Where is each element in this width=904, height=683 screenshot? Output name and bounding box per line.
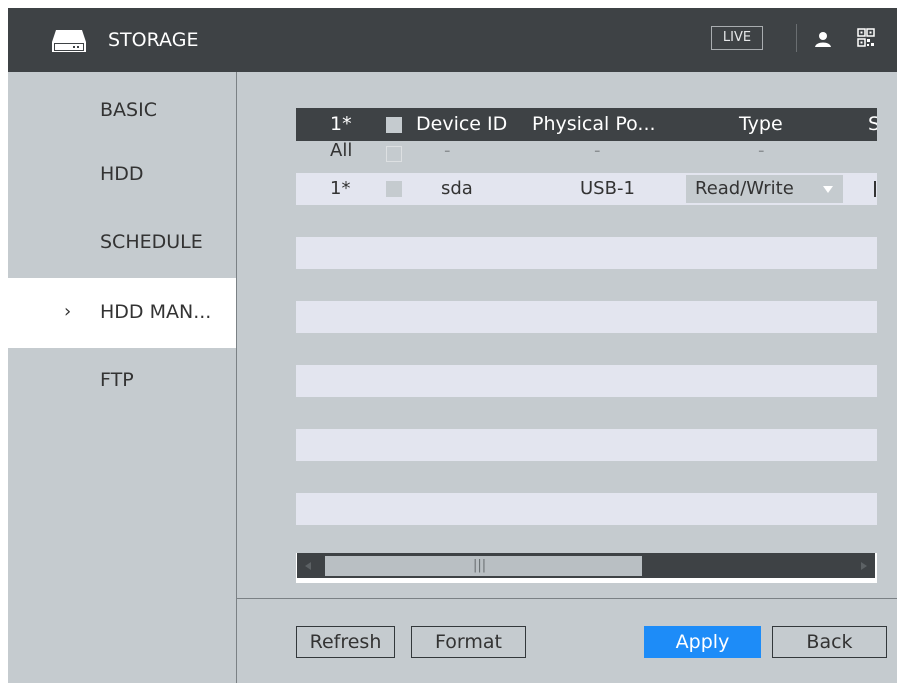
- sidebar-item-label: HDD: [100, 163, 144, 185]
- column-header-s[interactable]: S: [868, 108, 877, 141]
- group-cell: All: [330, 140, 353, 161]
- column-header-type[interactable]: Type: [739, 108, 783, 141]
- back-button[interactable]: Back: [772, 626, 887, 658]
- sidebar-item-basic[interactable]: BASIC: [8, 86, 236, 156]
- sidebar-item-label: HDD MAN...: [100, 301, 212, 323]
- column-header-device-id[interactable]: Device ID: [416, 108, 507, 141]
- type-cell: -: [758, 140, 765, 161]
- type-dropdown-value: Read/Write: [695, 178, 794, 199]
- user-icon[interactable]: [814, 30, 832, 48]
- physical-port-cell: -: [594, 140, 601, 161]
- table-row: [296, 397, 877, 429]
- sidebar: BASIC HDD SCHEDULE › HDD MAN... FTP: [8, 72, 237, 683]
- sidebar-item-hdd-manager[interactable]: › HDD MAN...: [8, 278, 236, 348]
- type-dropdown[interactable]: Read/Write: [686, 175, 843, 203]
- table-row: [296, 301, 877, 333]
- hdd-table: 1* Device ID Physical Po... Type S All -…: [296, 108, 877, 583]
- sidebar-item-label: BASIC: [100, 99, 157, 121]
- horizontal-scrollbar[interactable]: |||: [297, 553, 875, 578]
- select-all-checkbox[interactable]: [386, 117, 402, 133]
- live-button[interactable]: LIVE: [711, 26, 763, 50]
- row-checkbox[interactable]: [386, 146, 402, 162]
- table-row[interactable]: 1* sda USB-1 Read/Write: [296, 173, 877, 205]
- footer-divider: [236, 598, 897, 599]
- truncated-cell: [874, 181, 876, 197]
- table-row: [296, 205, 877, 237]
- table-row: [296, 461, 877, 493]
- row-checkbox[interactable]: [386, 181, 402, 197]
- table-row: [296, 237, 877, 269]
- scroll-grip: |||: [473, 558, 487, 573]
- top-bar: STORAGE LIVE: [8, 8, 897, 72]
- storage-window: STORAGE LIVE BASIC HDD SCHEDULE › HDD MA…: [8, 8, 897, 683]
- column-header-group[interactable]: 1*: [330, 108, 352, 141]
- device-id-cell: sda: [441, 178, 473, 199]
- header-divider: [796, 24, 797, 52]
- sidebar-item-ftp[interactable]: FTP: [8, 364, 236, 434]
- physical-port-cell: USB-1: [580, 178, 635, 199]
- column-header-physical-port[interactable]: Physical Po...: [532, 108, 656, 141]
- scrollbar-thumb[interactable]: |||: [325, 556, 642, 576]
- apply-button[interactable]: Apply: [644, 626, 761, 658]
- table-row: [296, 333, 877, 365]
- refresh-button[interactable]: Refresh: [296, 626, 395, 658]
- chevron-right-icon: ›: [64, 301, 72, 322]
- table-row: [296, 525, 877, 553]
- sidebar-item-label: SCHEDULE: [100, 231, 203, 253]
- page-title: STORAGE: [108, 29, 199, 51]
- table-row: [296, 493, 877, 525]
- sidebar-item-label: FTP: [100, 369, 134, 391]
- qr-code-icon[interactable]: [857, 28, 875, 48]
- table-row: [296, 429, 877, 461]
- table-row[interactable]: All - - -: [296, 141, 877, 173]
- triangle-down-icon: [823, 186, 833, 193]
- format-button[interactable]: Format: [411, 626, 526, 658]
- hdd-icon: [52, 30, 86, 52]
- device-id-cell: -: [444, 140, 451, 161]
- sidebar-item-hdd[interactable]: HDD: [8, 156, 236, 226]
- table-header: 1* Device ID Physical Po... Type S: [296, 108, 877, 141]
- table-row: [296, 269, 877, 301]
- scroll-right-icon[interactable]: [861, 562, 867, 570]
- scroll-left-icon[interactable]: [305, 562, 311, 570]
- table-row: [296, 365, 877, 397]
- group-cell: 1*: [330, 178, 351, 199]
